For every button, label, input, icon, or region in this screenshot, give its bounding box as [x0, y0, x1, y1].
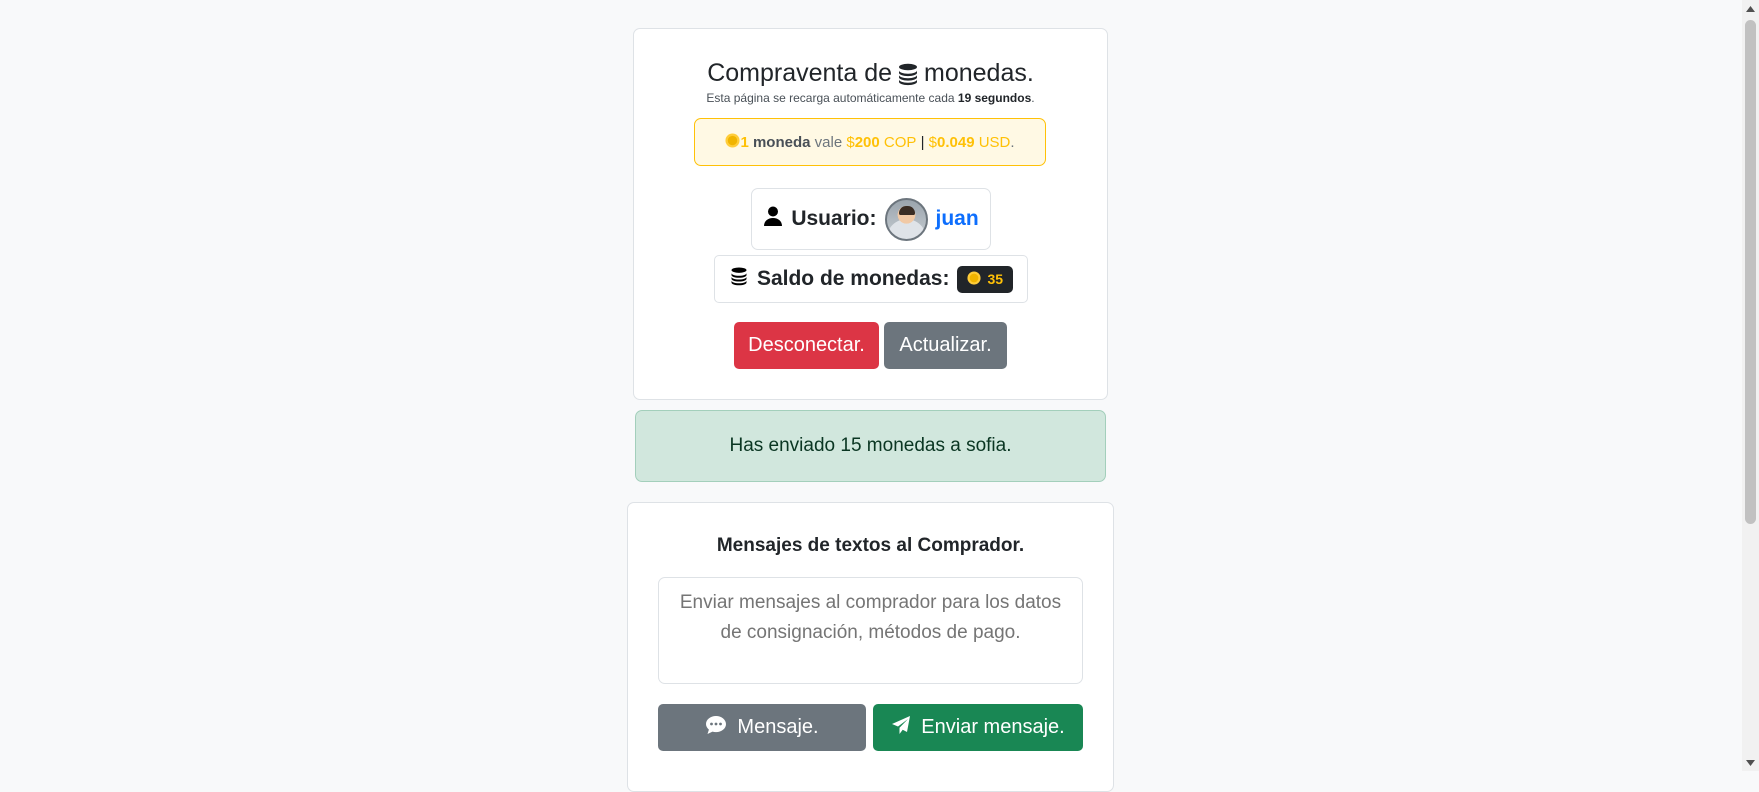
message-textarea[interactable]	[658, 577, 1083, 684]
alert-text: Has enviado 15 monedas a sofia.	[729, 435, 1012, 456]
balance-value: 35	[987, 271, 1004, 287]
send-button-label: Enviar mensaje.	[921, 716, 1065, 738]
page-scrollbar[interactable]	[1742, 0, 1759, 771]
reload-seconds: 19 segundos	[957, 91, 1032, 105]
scroll-up-arrow-icon[interactable]	[1742, 0, 1759, 17]
avatar	[884, 197, 928, 241]
send-icon	[891, 715, 911, 741]
user-info: Usuario: juan	[751, 188, 991, 250]
auto-reload-notice: Esta página se recarga automáticamente c…	[634, 91, 1107, 105]
cop-currency: COP	[883, 133, 917, 151]
coins-stack-icon	[729, 266, 749, 292]
user-label: Usuario:	[791, 207, 877, 230]
messages-title: Mensajes de textos al Comprador.	[716, 535, 1025, 556]
page-title: Compraventa de monedas.	[634, 59, 1107, 88]
title-before: Compraventa de	[707, 59, 893, 87]
price-separator: |	[920, 133, 925, 151]
reload-text: Esta página se recarga automáticamente c…	[706, 91, 955, 105]
message-button[interactable]: Mensaje.	[658, 704, 866, 751]
reload-period: .	[1031, 91, 1035, 105]
scroll-thumb[interactable]	[1745, 20, 1756, 524]
price-end: .	[1010, 133, 1015, 151]
refresh-button[interactable]: Actualizar.	[884, 322, 1007, 369]
usd-currency: USD	[978, 133, 1011, 151]
cop-symbol: $	[846, 133, 855, 151]
message-button-label: Mensaje.	[737, 716, 819, 738]
price-amount: 1	[740, 133, 749, 151]
coins-stack-icon	[896, 59, 920, 88]
cop-value: 200	[854, 133, 880, 151]
usd-value: 0.049	[937, 133, 975, 151]
coin-icon	[725, 132, 740, 152]
coin-icon	[967, 270, 982, 288]
success-alert: Has enviado 15 monedas a sofia.	[635, 410, 1106, 482]
price-unit: moneda	[752, 133, 811, 151]
scroll-down-arrow-icon[interactable]	[1742, 754, 1759, 771]
balance-info: Saldo de monedas: 35	[714, 255, 1028, 303]
balance-badge: 35	[957, 265, 1014, 293]
chat-bubble-icon	[705, 715, 727, 741]
title-after: monedas.	[924, 59, 1034, 87]
usd-symbol: $	[928, 133, 937, 151]
messages-card: Mensajes de textos al Comprador. Mensaje…	[627, 502, 1114, 792]
user-name-link[interactable]: juan	[936, 207, 979, 231]
disconnect-button[interactable]: Desconectar.	[734, 322, 879, 369]
price-info: 1 moneda vale $200 COP | $0.049 USD.	[694, 118, 1046, 166]
user-icon	[763, 206, 783, 233]
balance-label: Saldo de monedas:	[756, 267, 950, 290]
price-vale: vale	[814, 133, 843, 151]
send-message-button[interactable]: Enviar mensaje.	[873, 704, 1083, 751]
coin-market-card: Compraventa de monedas. Esta página se r…	[633, 28, 1108, 400]
